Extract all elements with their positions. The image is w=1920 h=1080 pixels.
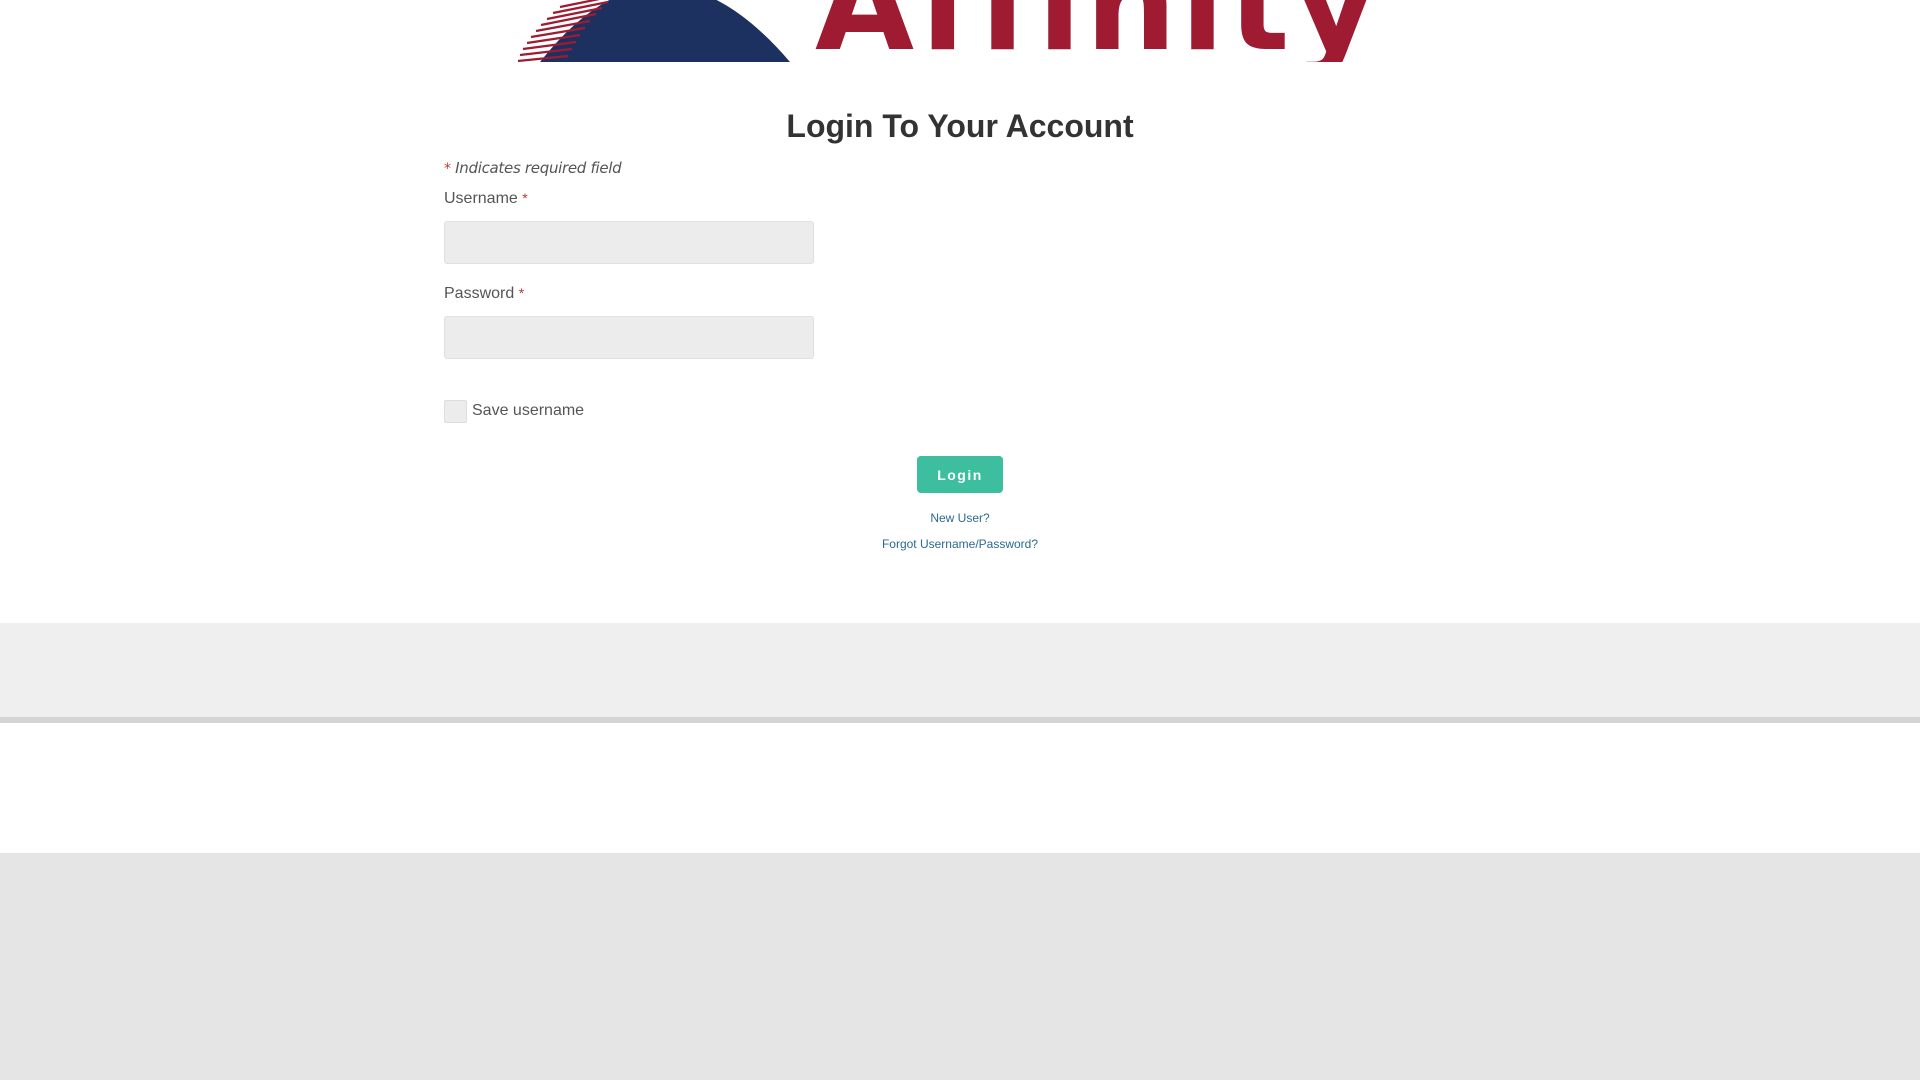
brand-logo: Affinity [0,0,1920,62]
save-username-row: Save username [444,399,1476,423]
password-input[interactable] [444,316,814,359]
page-title: Login To Your Account [786,108,1134,144]
required-asterisk: * [444,161,451,177]
username-required-asterisk: * [522,190,528,206]
password-required-asterisk: * [518,285,525,301]
required-note-text: Indicates required field [455,159,622,177]
footer-content [0,723,1920,853]
login-form: * Indicates required field Username * Pa… [444,156,1476,423]
logo-swoosh-icon [517,0,790,62]
username-label: Username * [444,188,1476,208]
save-username-label[interactable]: Save username [472,402,584,420]
forgot-credentials-link[interactable]: Forgot Username/Password? [0,537,1920,551]
login-button[interactable]: Login [917,456,1003,493]
required-field-note: * Indicates required field [444,156,1476,180]
username-input[interactable] [444,221,814,264]
login-page: Affinity Login To Your Account * Indicat… [0,0,1920,1080]
username-label-text: Username [444,190,518,207]
footer-band [0,623,1920,717]
new-user-link[interactable]: New User? [0,511,1920,525]
password-label: Password * [444,283,1476,303]
password-label-text: Password [444,285,515,302]
logo-wordmark: Affinity [815,0,1381,62]
page-bottom-area [0,853,1920,1080]
save-username-checkbox[interactable] [444,399,467,423]
